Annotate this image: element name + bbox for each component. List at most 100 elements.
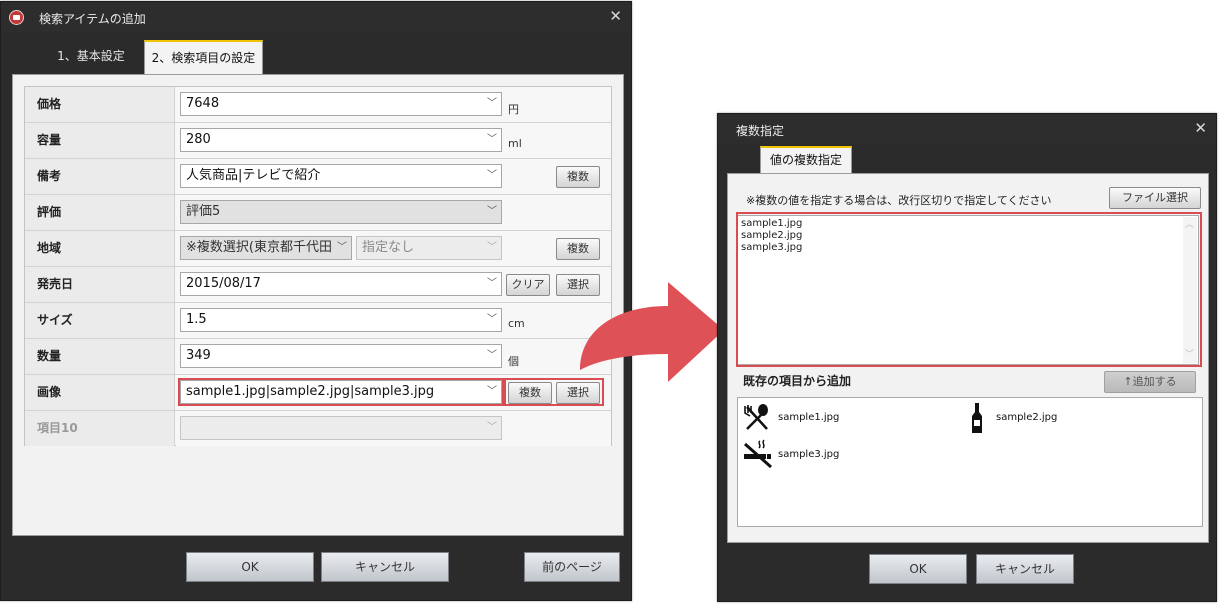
chevron-down-icon[interactable]: ﹀ xyxy=(487,345,497,367)
form-row-image: 画像 sample1.jpg|sample2.jpg|sample3.jpg ﹀ … xyxy=(25,375,611,411)
chevron-down-icon[interactable]: ﹀ xyxy=(487,93,497,115)
tab-basic-settings[interactable]: 1、基本設定 xyxy=(41,40,141,74)
bottle-icon xyxy=(972,403,982,433)
row-value: 人気商品|テレビで紹介 ﹀ 複数 xyxy=(176,159,611,194)
form-panel: 価格 7648 ﹀ 円 容量 280 ﹀ ml 備考 人気商品|テレビで紹介 ﹀ xyxy=(12,74,624,536)
row-label: 備考 xyxy=(25,159,175,194)
list-item-label: sample3.jpg xyxy=(778,449,840,460)
rating-combo[interactable]: 評価5 ﹀ xyxy=(180,200,502,224)
chevron-down-icon[interactable]: ﹀ xyxy=(487,309,497,331)
dialog-title: 検索アイテムの追加 xyxy=(39,12,146,26)
chevron-down-icon[interactable]: ﹀ xyxy=(487,273,497,295)
chevron-down-icon[interactable]: ﹀ xyxy=(487,129,497,151)
row-value: 2015/08/17 ﹀ クリア 選択 xyxy=(176,267,611,302)
region-sub-combo: 指定なし ﹀ xyxy=(356,236,502,260)
ok-button[interactable]: OK xyxy=(869,554,967,584)
multiple-button[interactable]: 複数 xyxy=(556,166,600,188)
row-label: 価格 xyxy=(25,87,175,122)
combo-value: 280 xyxy=(186,132,211,147)
tab-search-item-settings[interactable]: 2、検索項目の設定 xyxy=(144,40,263,75)
form-row-region: 地域 ※複数選択(東京都千代田 ﹀ 指定なし ﹀ 複数 xyxy=(25,231,611,267)
capacity-combo[interactable]: 280 ﹀ xyxy=(180,128,502,152)
chevron-down-icon[interactable]: ﹀ xyxy=(487,165,497,187)
combo-value: 人気商品|テレビで紹介 xyxy=(186,168,321,183)
row-label: 容量 xyxy=(25,123,175,158)
add-button[interactable]: ↑追加する xyxy=(1104,371,1196,393)
unit-label: 円 xyxy=(508,103,519,116)
tab-multiple-values[interactable]: 値の複数指定 xyxy=(760,146,852,174)
combo-value: 7648 xyxy=(186,96,220,111)
notes-combo[interactable]: 人気商品|テレビで紹介 ﹀ xyxy=(180,164,502,188)
size-combo[interactable]: 1.5 ﹀ xyxy=(180,308,502,332)
ok-button[interactable]: OK xyxy=(186,552,314,582)
row-label: 数量 xyxy=(25,339,175,374)
item10-combo: ﹀ xyxy=(180,416,502,440)
row-label: サイズ xyxy=(25,303,175,338)
form-row-quantity: 数量 349 ﹀ 個 xyxy=(25,339,611,375)
row-value: 評価5 ﹀ xyxy=(176,195,611,230)
close-icon[interactable]: ✕ xyxy=(609,7,622,25)
chevron-down-icon[interactable]: ﹀ xyxy=(487,201,497,223)
row-value: 349 ﹀ 個 xyxy=(176,339,611,374)
row-label: 画像 xyxy=(25,375,175,410)
form-row-release-date: 発売日 2015/08/17 ﹀ クリア 選択 xyxy=(25,267,611,303)
fork-spoon-icon xyxy=(744,404,768,430)
list-item[interactable]: sample1.jpg xyxy=(742,404,862,432)
search-item-add-dialog: 検索アイテムの追加 ✕ 1、基本設定 2、検索項目の設定 価格 7648 ﹀ 円 … xyxy=(0,1,632,601)
title-bar: 複数指定 ✕ xyxy=(718,114,1216,144)
chevron-down-icon: ﹀ xyxy=(487,422,497,433)
row-value: 1.5 ﹀ cm xyxy=(176,303,611,338)
combo-value: 評価5 xyxy=(186,204,221,219)
multiple-button[interactable]: 複数 xyxy=(556,238,600,260)
previous-page-button[interactable]: 前のページ xyxy=(524,552,620,582)
unit-label: ml xyxy=(508,137,522,150)
list-item[interactable]: sample3.jpg xyxy=(742,438,862,470)
cancel-button[interactable]: キャンセル xyxy=(321,552,449,582)
arrow-right-icon xyxy=(580,282,724,382)
dialog-title: 複数指定 xyxy=(736,124,785,138)
form-row-rating: 評価 評価5 ﹀ xyxy=(25,195,611,231)
list-item-label: sample2.jpg xyxy=(996,412,1058,423)
combo-value: ※複数選択(東京都千代田 xyxy=(186,240,332,255)
form-row-notes: 備考 人気商品|テレビで紹介 ﹀ 複数 xyxy=(25,159,611,195)
list-item[interactable]: sample2.jpg xyxy=(970,402,1090,434)
row-label: 項目10 xyxy=(25,411,175,446)
multiple-values-panel: ※複数の値を指定する場合は、改行区切りで指定してください ファイル選択 samp… xyxy=(727,173,1209,543)
instruction-text: ※複数の値を指定する場合は、改行区切りで指定してください xyxy=(746,194,1052,207)
price-combo[interactable]: 7648 ﹀ xyxy=(180,92,502,116)
row-label: 地域 xyxy=(25,231,175,266)
no-smoking-icon xyxy=(744,439,772,469)
close-icon[interactable]: ✕ xyxy=(1194,119,1207,137)
unit-label: cm xyxy=(508,317,525,330)
row-value: ﹀ xyxy=(176,411,611,446)
release-date-combo[interactable]: 2015/08/17 ﹀ xyxy=(180,272,502,296)
form-row-price: 価格 7648 ﹀ 円 xyxy=(25,87,611,123)
unit-label: 個 xyxy=(508,355,519,368)
app-icon xyxy=(9,10,24,25)
cancel-button[interactable]: キャンセル xyxy=(976,554,1074,584)
region-combo[interactable]: ※複数選択(東京都千代田 ﹀ xyxy=(180,236,352,260)
chevron-down-icon: ﹀ xyxy=(487,242,497,253)
quantity-combo[interactable]: 349 ﹀ xyxy=(180,344,502,368)
clear-button[interactable]: クリア xyxy=(506,274,550,296)
form-grid: 価格 7648 ﹀ 円 容量 280 ﹀ ml 備考 人気商品|テレビで紹介 ﹀ xyxy=(24,86,612,446)
combo-value: 1.5 xyxy=(186,312,207,327)
row-value: 7648 ﹀ 円 xyxy=(176,87,611,122)
chevron-down-icon[interactable]: ﹀ xyxy=(335,237,347,259)
form-row-item10: 項目10 ﹀ xyxy=(25,411,611,447)
row-value: 280 ﹀ ml xyxy=(176,123,611,158)
title-bar: 検索アイテムの追加 ✕ xyxy=(1,2,631,32)
image-value-highlight xyxy=(178,378,504,406)
row-value: ※複数選択(東京都千代田 ﹀ 指定なし ﹀ 複数 xyxy=(176,231,611,266)
row-value: sample1.jpg|sample2.jpg|sample3.jpg ﹀ 複数 … xyxy=(176,375,611,410)
textarea-highlight xyxy=(736,212,1202,367)
combo-value: 349 xyxy=(186,348,211,363)
row-label: 発売日 xyxy=(25,267,175,302)
multiple-values-dialog: 複数指定 ✕ 値の複数指定 ※複数の値を指定する場合は、改行区切りで指定してくだ… xyxy=(717,113,1217,602)
list-item-label: sample1.jpg xyxy=(778,412,840,423)
file-select-button[interactable]: ファイル選択 xyxy=(1109,187,1201,209)
combo-value: 指定なし xyxy=(362,240,415,255)
existing-items-list[interactable]: sample1.jpg sample2.jpg sample3.jpg xyxy=(737,397,1203,527)
row-label: 評価 xyxy=(25,195,175,230)
form-row-size: サイズ 1.5 ﹀ cm xyxy=(25,303,611,339)
